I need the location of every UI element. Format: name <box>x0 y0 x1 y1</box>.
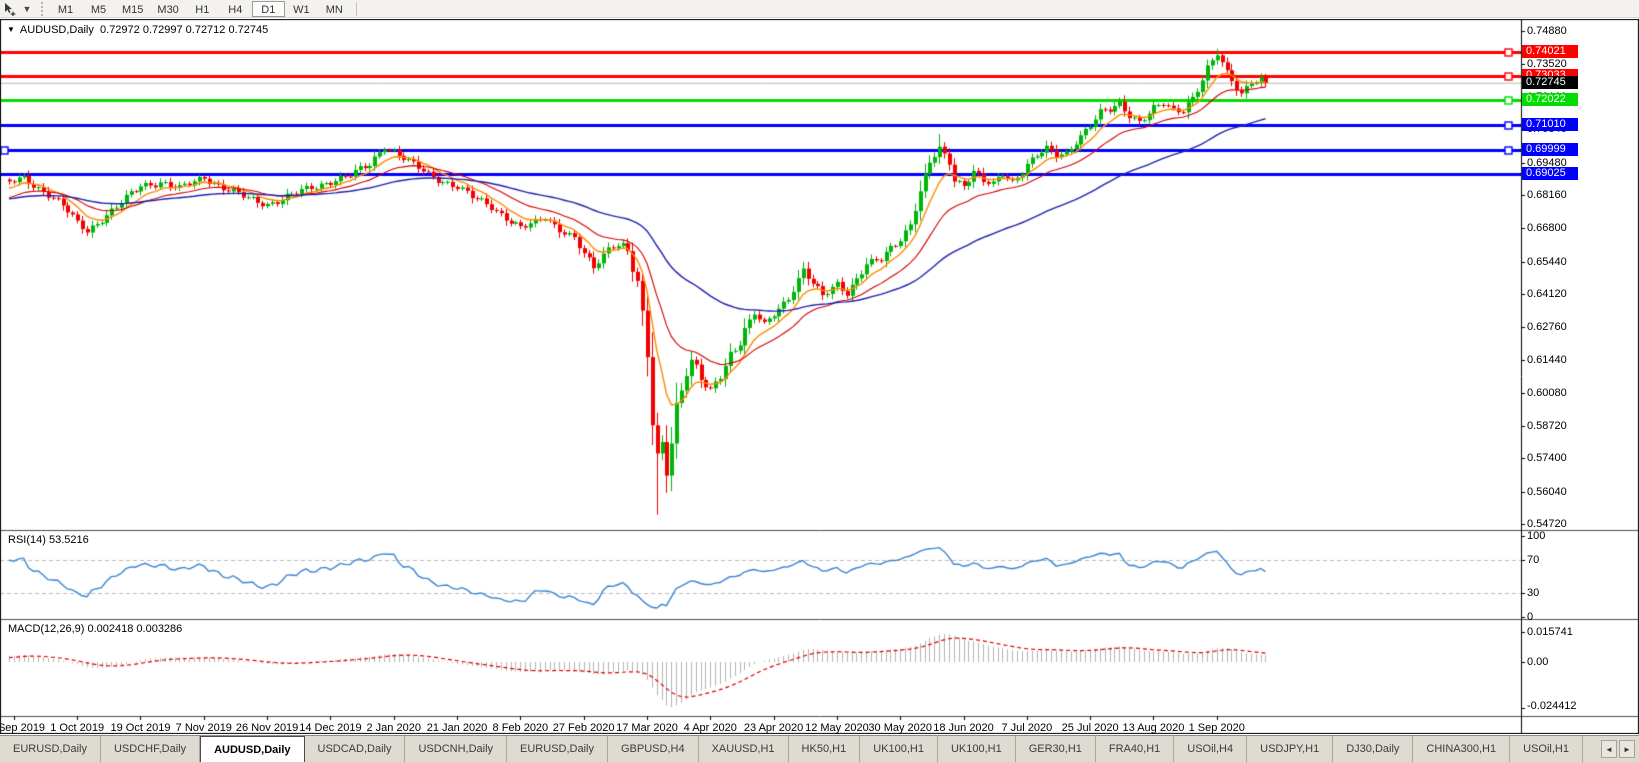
date-label: 7 Nov 2019 <box>175 722 232 734</box>
date-label: 26 Nov 2019 <box>235 722 299 734</box>
date-label: 18 Jun 2020 <box>933 722 994 734</box>
rsi-tick: 70 <box>1527 554 1540 567</box>
timeframe-buttons: M1 M5 M15 M30 H1 H4 D1 W1 MN <box>49 0 351 17</box>
date-label: 12 Sep 2019 <box>0 722 46 734</box>
chart-tab-dj30[interactable]: DJ30,Daily <box>1333 736 1414 762</box>
price-tick: 0.74880 <box>1527 24 1567 37</box>
chart-ohlc-values: 0.72972 0.72997 0.72712 0.72745 <box>100 24 269 36</box>
chart-tab-uk100[interactable]: UK100,H1 <box>860 736 938 762</box>
collapse-triangle-icon[interactable]: ▼ <box>7 25 15 34</box>
price-tick: 0.68160 <box>1527 189 1567 202</box>
timeframe-button-d1[interactable]: D1 <box>251 0 285 17</box>
timeframe-toolbar: ▼ M1 M5 M15 M30 H1 H4 D1 W1 MN <box>0 0 1639 18</box>
chart-tab-xauusd[interactable]: XAUUSD,H1 <box>699 736 789 762</box>
cursor-tool-dropdown-icon[interactable]: ▼ <box>20 1 34 17</box>
price-tick: 0.66800 <box>1527 222 1567 235</box>
tab-scroll-left-icon[interactable]: ◄ <box>1601 740 1617 758</box>
timeframe-button-m15[interactable]: M15 <box>115 1 150 17</box>
chart-tab-ger30[interactable]: GER30,H1 <box>1016 736 1096 762</box>
date-label: 1 Oct 2019 <box>50 722 105 734</box>
date-label: 21 Jan 2020 <box>426 722 488 734</box>
chart-tab-eurusd[interactable]: EURUSD,Daily <box>0 736 101 762</box>
price-tick: 0.64120 <box>1527 287 1567 300</box>
timeframe-button-m1[interactable]: M1 <box>49 1 82 17</box>
timeframe-button-m30[interactable]: M30 <box>150 1 185 17</box>
price-tick: 0.56040 <box>1527 485 1567 498</box>
date-label: 17 Mar 2020 <box>616 722 678 734</box>
macd-indicator-label: MACD(12,26,9) 0.002418 0.003286 <box>8 623 183 635</box>
chart-tabbar: EURUSD,Daily USDCHF,Daily AUDUSD,Daily USDC… <box>0 735 1639 762</box>
date-label: 1 Sep 2020 <box>1188 722 1245 734</box>
price-tick: 0.60080 <box>1527 386 1567 399</box>
chart-tab-usdjpy[interactable]: USDJPY,H1 <box>1247 736 1334 762</box>
price-line-label: 0.69025 <box>1522 166 1578 180</box>
mt4-terminal: ▼ M1 M5 M15 M30 H1 H4 D1 W1 MN ▼ AUDUSD,Daily 0.7… <box>0 0 1639 762</box>
timeframe-button-w1[interactable]: W1 <box>285 1 318 17</box>
time-axis[interactable]: 12 Sep 2019 1 Oct 2019 19 Oct 2019 7 Nov 20… <box>0 719 1639 734</box>
rsi-indicator-label: RSI(14) 53.5216 <box>8 534 89 546</box>
current-price-label: 0.72745 <box>1522 75 1578 89</box>
price-line-label: 0.74021 <box>1522 44 1578 58</box>
chart-tab-usdchf[interactable]: USDCHF,Daily <box>101 736 201 762</box>
chart-canvas[interactable] <box>0 19 1639 734</box>
date-label: 4 Apr 2020 <box>683 722 737 734</box>
chart-tab-china300[interactable]: CHINA300,H1 <box>1413 736 1511 762</box>
timeframe-button-h1[interactable]: H1 <box>186 1 219 17</box>
chart-tab-usdcnh[interactable]: USDCNH,Daily <box>405 736 508 762</box>
rsi-tick: 30 <box>1527 586 1540 599</box>
tab-scroll-right-icon[interactable]: ► <box>1619 740 1635 758</box>
chart-tab-fra40[interactable]: FRA40,H1 <box>1096 736 1175 762</box>
chart-symbol-label: AUDUSD,Daily <box>19 24 94 36</box>
chart-tab-usdcad[interactable]: USDCAD,Daily <box>305 736 406 762</box>
date-label: 13 Aug 2020 <box>1122 722 1185 734</box>
date-label: 23 Apr 2020 <box>743 722 804 734</box>
chart-tab-usoil[interactable]: USOil,H1 <box>1510 736 1583 762</box>
date-label: 7 Jul 2020 <box>1001 722 1053 734</box>
chart-tab-gbpusd[interactable]: GBPUSD,H4 <box>608 736 699 762</box>
date-label: 19 Oct 2019 <box>110 722 171 734</box>
date-label: 30 May 2020 <box>868 722 933 734</box>
price-tick: 0.54720 <box>1527 518 1567 531</box>
date-label: 12 May 2020 <box>805 722 869 734</box>
chart-title: ▼ AUDUSD,Daily 0.72972 0.72997 0.72712 0.… <box>7 24 268 36</box>
date-label: 25 Jul 2020 <box>1061 722 1119 734</box>
chart-tab-eurusd[interactable]: EURUSD,Daily <box>507 736 608 762</box>
price-tick: 0.61440 <box>1527 353 1567 366</box>
date-label: 2 Jan 2020 <box>366 722 421 734</box>
chart-tab-hk50[interactable]: HK50,H1 <box>789 736 861 762</box>
chart-tab-audusd[interactable]: AUDUSD,Daily <box>200 736 305 762</box>
timeframe-button-m5[interactable]: M5 <box>82 1 115 17</box>
chart-tabs: EURUSD,Daily USDCHF,Daily AUDUSD,Daily USDC… <box>0 736 1597 762</box>
toolbar-grip[interactable] <box>40 1 45 16</box>
chart-tab-uk100[interactable]: UK100,H1 <box>938 736 1016 762</box>
rsi-tick: 0 <box>1527 611 1534 623</box>
date-label: 27 Feb 2020 <box>552 722 615 734</box>
macd-tick: 0.00 <box>1527 656 1549 668</box>
macd-tick: 0.015741 <box>1527 626 1573 639</box>
rsi-tick: 100 <box>1527 530 1546 542</box>
timeframe-button-h4[interactable]: H4 <box>219 1 252 17</box>
chart-window: ▼ AUDUSD,Daily 0.72972 0.72997 0.72712 0.… <box>0 19 1639 734</box>
date-label: 8 Feb 2020 <box>492 722 549 734</box>
price-tick: 0.65440 <box>1527 255 1567 268</box>
price-line-label: 0.69999 <box>1522 143 1578 156</box>
timeframe-button-mn[interactable]: MN <box>318 1 351 17</box>
price-tick: 0.58720 <box>1527 420 1567 433</box>
date-label: 14 Dec 2019 <box>299 722 362 734</box>
price-line-label: 0.72022 <box>1522 93 1578 107</box>
price-line-label: 0.71010 <box>1522 118 1578 132</box>
tab-scroll-controls: ◄ ► <box>1597 736 1639 762</box>
price-tick: 0.62760 <box>1527 321 1567 334</box>
macd-tick: -0.024412 <box>1527 700 1577 712</box>
price-tick: 0.57400 <box>1527 452 1567 465</box>
toolbar-separator <box>355 1 357 16</box>
chart-tab-usoil[interactable]: USOil,H4 <box>1174 736 1248 762</box>
cursor-tool-icon[interactable] <box>0 1 20 17</box>
